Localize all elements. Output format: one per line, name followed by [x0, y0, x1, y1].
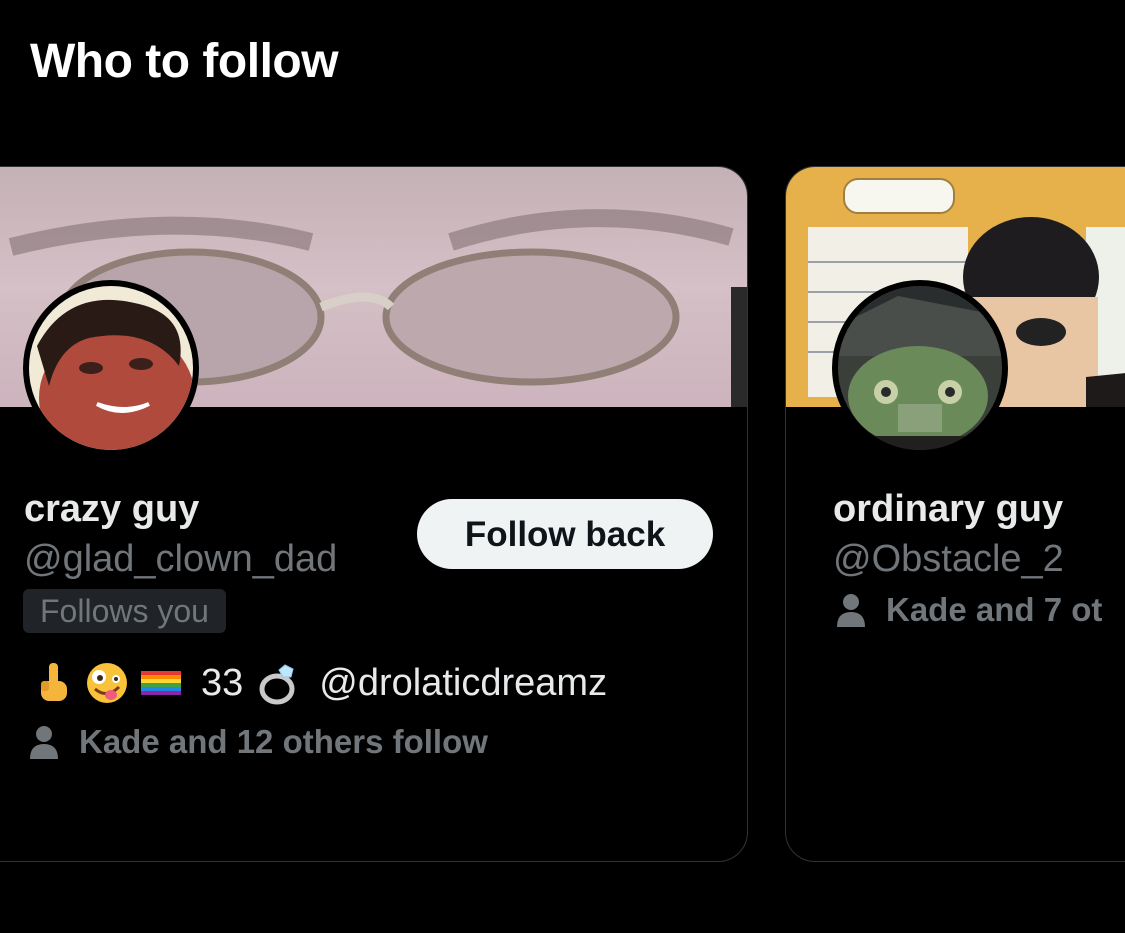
follow-back-button[interactable]: Follow back [417, 499, 713, 569]
display-name[interactable]: crazy guy [24, 488, 199, 531]
middle-finger-emoji [31, 661, 75, 705]
bio-number: 33 [201, 661, 244, 704]
user-card[interactable]: crazy guy @glad_clown_dad Follows you Fo… [0, 166, 748, 862]
zany-face-emoji [85, 661, 129, 705]
person-icon [836, 593, 866, 627]
who-to-follow-screen: Who to follow crazy guy @glad_clown_dad … [0, 0, 1125, 933]
ring-emoji [257, 661, 301, 705]
avatar[interactable] [832, 280, 1008, 456]
person-icon [29, 725, 59, 759]
user-card[interactable]: ordinary guy @Obstacle_2 Kade and 7 ot [785, 166, 1125, 862]
display-name[interactable]: ordinary guy [833, 488, 1063, 531]
section-title: Who to follow [30, 35, 339, 88]
user-handle[interactable]: @Obstacle_2 [833, 538, 1064, 581]
rainbow-flag-emoji [139, 661, 183, 705]
bio-mention-link[interactable]: @drolaticdreamz [319, 662, 607, 705]
mutual-followers: Kade and 7 ot [836, 591, 1102, 629]
user-bio: 33 @drolaticdreamz [31, 653, 607, 713]
avatar[interactable] [23, 280, 199, 456]
mutual-followers-text: Kade and 7 ot [886, 591, 1103, 628]
mutual-followers-text: Kade and 12 others follow [79, 723, 488, 760]
mutual-followers: Kade and 12 others follow [29, 723, 488, 761]
user-handle[interactable]: @glad_clown_dad [24, 538, 337, 581]
follows-you-badge: Follows you [23, 589, 226, 633]
